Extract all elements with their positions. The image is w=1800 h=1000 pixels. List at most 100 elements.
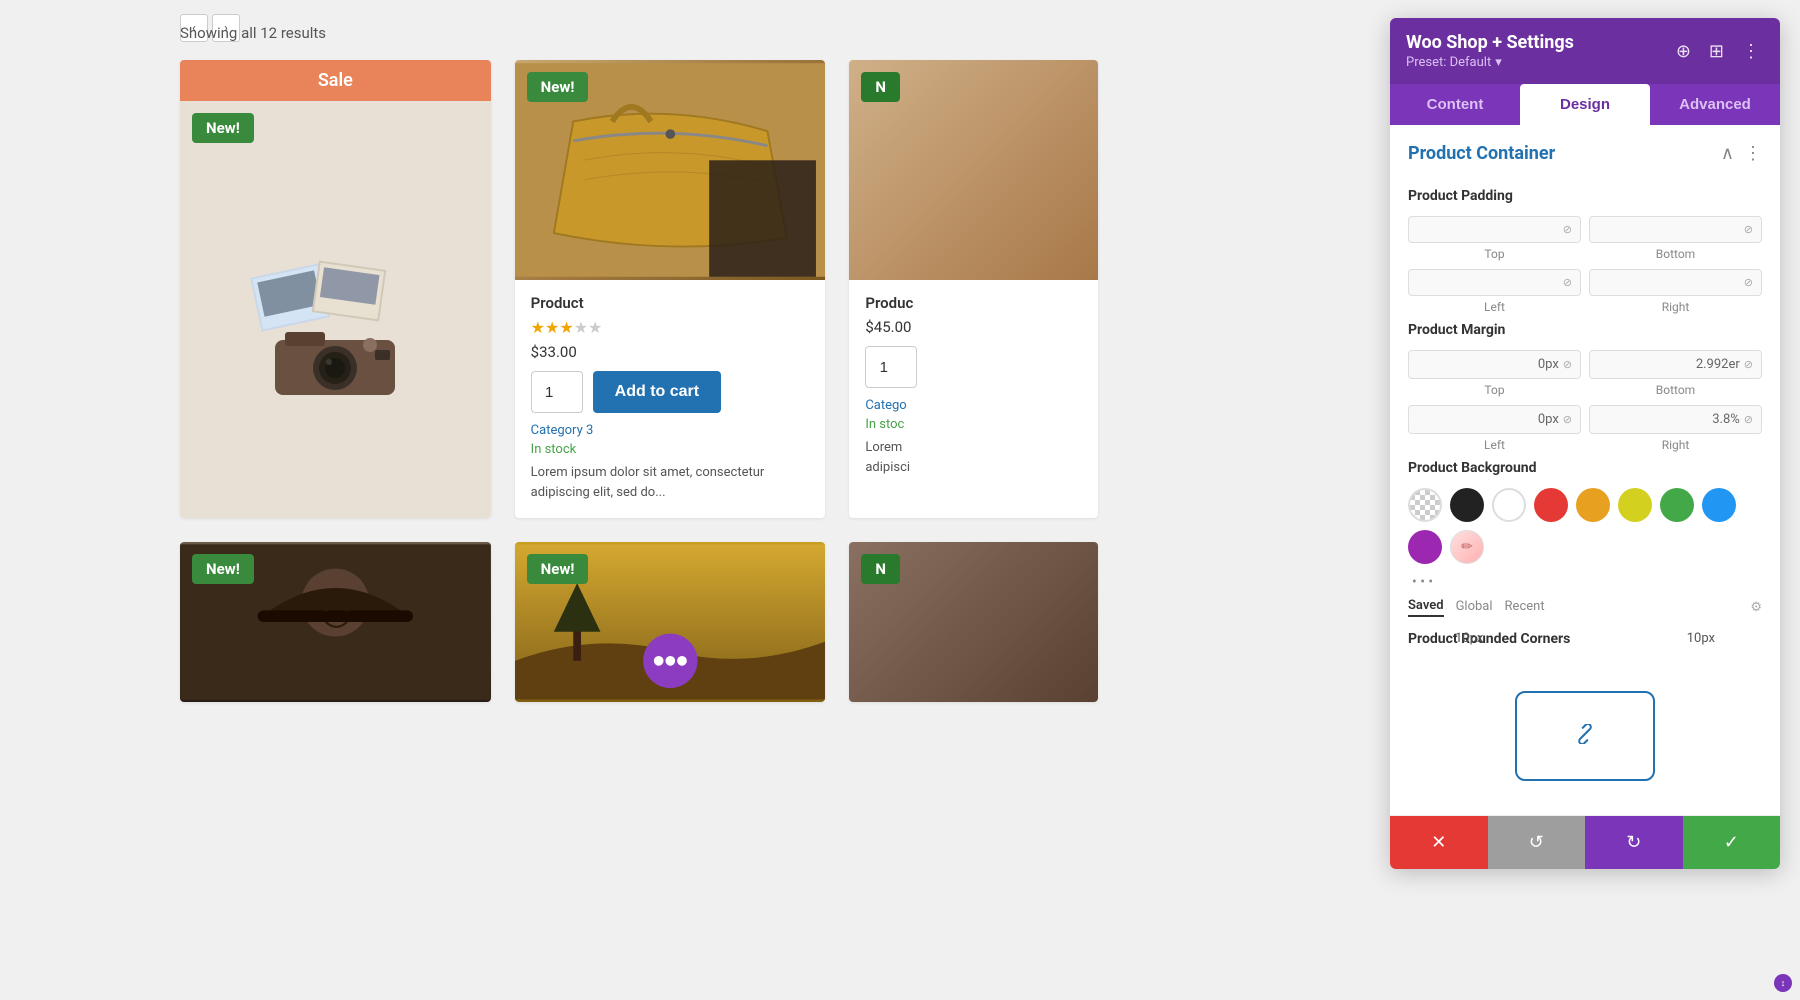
corners-container: 10px 10px 10px 10px	[1455, 659, 1715, 805]
badge-new: New!	[192, 113, 254, 143]
margin-top-label: Top	[1484, 383, 1504, 397]
badge-new: New!	[527, 554, 589, 584]
link-icon: ⊘	[1563, 413, 1572, 426]
tab-design[interactable]: Design	[1520, 84, 1650, 125]
panel-header: Woo Shop + Settings Preset: Default ▾ ⊕ …	[1390, 18, 1780, 84]
sale-banner: Sale	[180, 60, 491, 101]
tab-content[interactable]: Content	[1390, 84, 1520, 125]
swatch-blue[interactable]	[1702, 488, 1736, 522]
resize-handle[interactable]: ↕	[1774, 974, 1792, 992]
badge-new: New!	[527, 72, 589, 102]
product-grid: Sale New!	[180, 60, 1160, 518]
margin-left-field: 0px ⊘ Left	[1408, 405, 1581, 452]
collapse-button[interactable]: ∧	[1721, 143, 1734, 164]
panel-target-icon[interactable]: ⊕	[1672, 39, 1695, 64]
undo-button[interactable]: ↺	[1488, 816, 1586, 869]
cart-row: Add to cart	[531, 371, 810, 413]
padding-right-field: ⊘ Right	[1589, 269, 1762, 314]
link-icon: ⊘	[1744, 223, 1753, 236]
panel-header-left: Woo Shop + Settings Preset: Default ▾	[1406, 32, 1574, 70]
padding-section-title: Product Padding	[1408, 188, 1762, 204]
settings-panel: Woo Shop + Settings Preset: Default ▾ ⊕ …	[1390, 18, 1780, 869]
tab-advanced[interactable]: Advanced	[1650, 84, 1780, 125]
link-icon: ⊘	[1563, 223, 1572, 236]
link-icon: ⊘	[1744, 358, 1753, 371]
product-card: New! Product	[515, 60, 826, 518]
product-description: Lorem ipsum dolor sit amet, consectetur …	[531, 463, 810, 502]
margin-right-input[interactable]: 3.8% ⊘	[1589, 405, 1762, 434]
container-title: Product Container	[1408, 143, 1555, 164]
corners-box	[1515, 691, 1655, 781]
panel-grid-icon[interactable]: ⊞	[1705, 39, 1728, 64]
color-tab-global[interactable]: Global	[1456, 599, 1493, 616]
corner-tl-value: 10px	[1455, 631, 1483, 646]
margin-right-field: 3.8% ⊘ Right	[1589, 405, 1762, 452]
swatch-orange[interactable]	[1576, 488, 1610, 522]
color-tab-saved[interactable]: Saved	[1408, 598, 1444, 617]
swatch-pencil[interactable]: ✏	[1450, 530, 1484, 564]
cart-row	[865, 346, 1082, 388]
padding-bottom-label: Bottom	[1656, 247, 1695, 261]
swatch-black[interactable]	[1450, 488, 1484, 522]
pencil-icon: ✏	[1461, 539, 1473, 555]
margin-left-input[interactable]: 0px ⊘	[1408, 405, 1581, 434]
quantity-input[interactable]	[865, 346, 917, 388]
product-image: N	[849, 60, 1098, 280]
panel-body: Product Container ∧ ⋮ Product Padding ⊘ …	[1390, 125, 1780, 805]
swatch-purple[interactable]	[1408, 530, 1442, 564]
link-icon: ⊘	[1744, 413, 1753, 426]
link-icon: ⊘	[1563, 358, 1572, 371]
color-tab-recent[interactable]: Recent	[1505, 599, 1545, 616]
panel-tabs: Content Design Advanced	[1390, 84, 1780, 125]
add-to-cart-button[interactable]: Add to cart	[593, 371, 721, 413]
link-icon: ⊘	[1563, 276, 1572, 289]
panel-preset: Preset: Default ▾	[1406, 55, 1574, 70]
corner-tr-value: 10px	[1687, 631, 1715, 646]
product-card: Sale New!	[180, 60, 491, 518]
swatch-yellow[interactable]	[1618, 488, 1652, 522]
background-section-title: Product Background	[1408, 460, 1762, 476]
link-center-icon	[1575, 724, 1595, 748]
category-link[interactable]: Catego	[865, 398, 1082, 413]
margin-left-value: 0px	[1538, 412, 1559, 427]
product-image-partial: N	[849, 542, 1098, 702]
quantity-input[interactable]	[531, 371, 583, 413]
swatch-white[interactable]	[1492, 488, 1526, 522]
margin-top-value: 0px	[1538, 357, 1559, 372]
product-image-hat: New!	[180, 542, 491, 702]
padding-right-input-wrap: ⊘	[1589, 269, 1762, 296]
color-tabs: Saved Global Recent ⚙	[1408, 598, 1762, 617]
swatch-green[interactable]	[1660, 488, 1694, 522]
product-card-partial-bottom: N	[849, 542, 1098, 702]
stock-status: In stock	[531, 442, 810, 457]
cancel-button[interactable]: ✕	[1390, 816, 1488, 869]
category-link[interactable]: Category 3	[531, 423, 810, 438]
margin-top-input[interactable]: 0px ⊘	[1408, 350, 1581, 379]
product-image: New!	[180, 101, 491, 518]
link-svg	[1575, 724, 1595, 744]
product-name: Produc	[865, 294, 1082, 312]
margin-bottom-label: Bottom	[1656, 383, 1695, 397]
product-image: New!	[515, 60, 826, 280]
margin-left-label: Left	[1484, 438, 1505, 452]
more-options-button[interactable]: ⋮	[1744, 143, 1762, 164]
swatch-red[interactable]	[1534, 488, 1568, 522]
margin-bottom-input[interactable]: 2.992er ⊘	[1589, 350, 1762, 379]
padding-left-input-wrap: ⊘	[1408, 269, 1581, 296]
redo-button[interactable]: ↻	[1585, 816, 1683, 869]
product-stars: ★★★★★	[531, 318, 810, 337]
margin-top-field: 0px ⊘ Top	[1408, 350, 1581, 397]
swatch-transparent[interactable]	[1408, 488, 1442, 522]
more-swatches: • • •	[1408, 574, 1762, 590]
product-card-hat: New!	[180, 542, 491, 702]
save-button[interactable]: ✓	[1683, 816, 1781, 869]
padding-right-label: Right	[1662, 300, 1690, 314]
color-settings-icon[interactable]: ⚙	[1750, 600, 1762, 615]
panel-more-icon[interactable]: ⋮	[1738, 39, 1764, 64]
badge-new: New!	[192, 554, 254, 584]
product-card-landscape: New!	[515, 542, 826, 702]
padding-top-input-wrap: ⊘	[1408, 216, 1581, 243]
product-price: $45.00	[865, 318, 1082, 336]
badge-new: N	[861, 554, 900, 584]
margin-bottom-field: 2.992er ⊘ Bottom	[1589, 350, 1762, 397]
